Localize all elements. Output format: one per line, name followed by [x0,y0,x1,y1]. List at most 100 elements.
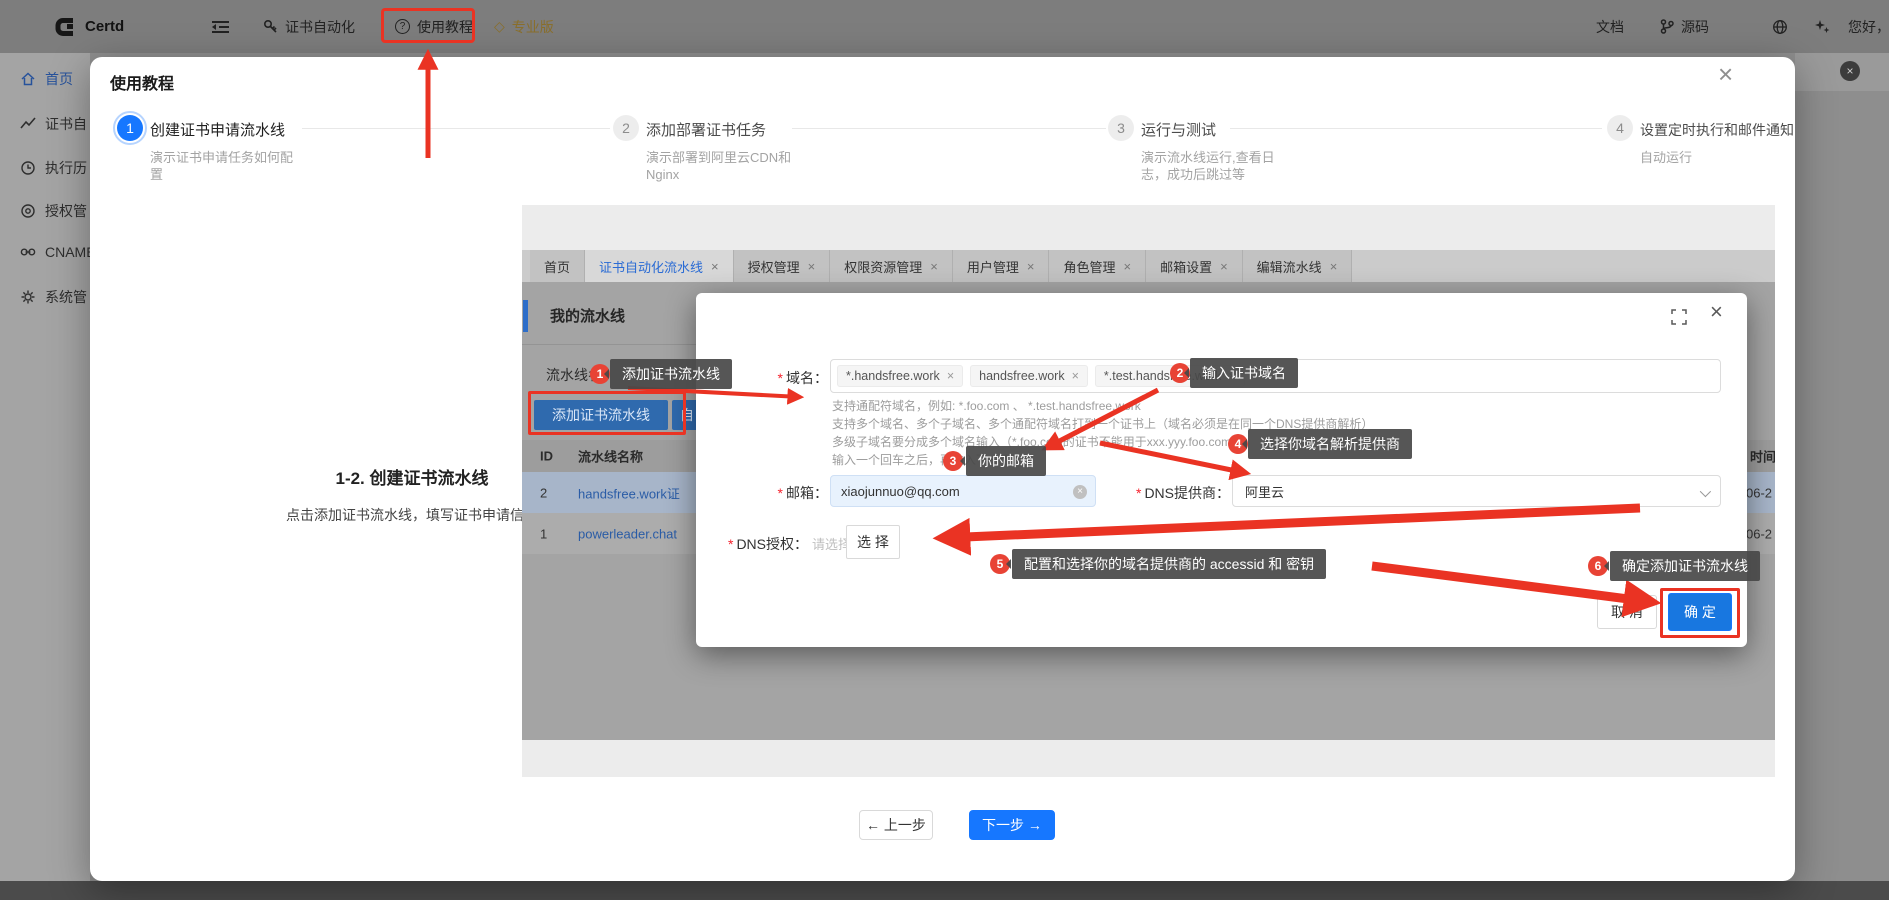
user-menu[interactable]: 您好，admin [1848,0,1889,53]
tab-close-icon[interactable]: × [808,259,816,274]
key-icon [263,19,278,34]
tag-close-icon[interactable]: × [947,369,954,383]
tab-label: 编辑流水线 [1257,257,1322,276]
step-4-desc: 自动运行 [1640,149,1790,166]
email-input[interactable]: xiaojunnuo@qq.com × [830,475,1096,507]
language-button[interactable] [1772,0,1788,53]
highlight-box-tutorial-nav [381,8,475,43]
sidebar-item-cname[interactable]: CNAME [20,244,90,260]
tab-users[interactable]: 用户管理 × [953,250,1050,282]
required-mark: * [778,370,783,386]
tab-home[interactable]: 首页 [530,250,585,282]
tab-close-icon[interactable]: × [1123,259,1131,274]
annotation-callout-6: 确定添加证书流水线 [1610,551,1760,581]
tab-roles[interactable]: 角色管理 × [1049,250,1146,282]
label-text: DNS授权： [736,536,808,552]
sidebar-label: CNAME [45,244,90,260]
tab-close-icon[interactable]: × [1220,259,1228,274]
cell-time: 06-2 [1746,526,1772,541]
domain-tag[interactable]: handsfree.work × [970,365,1088,387]
tab-permission[interactable]: 权限资源管理× [830,250,953,282]
sidebar-label: 授权管 [45,201,87,221]
tab-edit-pipeline[interactable]: 编辑流水线 × [1243,250,1353,282]
tab-label: 证书自动化流水线 [599,257,703,276]
tab-label: 角色管理 [1063,257,1115,276]
tab-cert-pipeline[interactable]: 证书自动化流水线 × [585,250,734,282]
dns-provider-select[interactable]: 阿里云 [1232,475,1721,507]
screen: Certd 证书自动化 ? 使用教程 ◇ 专业版 文档 源 [0,0,1889,900]
step-3-title: 运行与测试 [1141,119,1216,140]
app-logo[interactable]: Certd [52,0,124,53]
tab-label: 授权管理 [748,257,800,276]
tab-auth-manage[interactable]: 授权管理 × [734,250,831,282]
pipeline-link[interactable]: powerleader.chat [578,526,677,541]
sidebar-item-home[interactable]: 首页 [20,69,73,89]
cell-time: 06-2 [1746,485,1772,500]
tab-label: 首页 [544,257,570,276]
step-3-circle: 3 [1108,115,1134,141]
tag-text: handsfree.work [979,369,1064,383]
required-mark: * [1136,485,1141,501]
modal-close-icon[interactable]: × [1718,61,1733,87]
sidebar-item-history[interactable]: 执行历 [20,158,87,178]
nav-item-source[interactable]: 源码 [1660,0,1709,53]
dialog-close-icon[interactable]: × [1710,299,1723,325]
step-2-desc: 演示部署到阿里云CDN和Nginx [646,149,802,183]
shot-footer-strip [522,740,1775,777]
fullscreen-icon[interactable] [1671,309,1687,325]
annotation-callout-1: 添加证书流水线 [610,359,732,389]
step-2-circle: 2 [613,115,639,141]
sidebar-label: 证书自 [45,114,87,134]
label-text: 邮箱： [786,485,828,501]
email-value: xiaojunnuo@qq.com [841,484,960,499]
tag-close-icon[interactable]: × [1072,369,1079,383]
bottom-bar [0,881,1889,900]
target-icon [20,203,36,219]
sidebar-item-cert[interactable]: 证书自 [20,114,87,134]
sidebar-label: 首页 [45,69,73,89]
sidebar-item-system[interactable]: 系统管 [20,287,87,307]
next-step-button[interactable]: 下一步 → [969,810,1055,840]
close-all-tabs-icon[interactable]: × [1840,61,1860,81]
nav-label: 文档 [1596,17,1624,37]
cancel-button[interactable]: 取 消 [1597,595,1657,629]
nav-item-cert-automation[interactable]: 证书自动化 [263,0,355,53]
step-3-desc: 演示流水线运行,查看日志，成功后跳过等 [1141,149,1283,183]
dns-auth-label: *DNS授权： [696,534,808,554]
theme-button[interactable] [1814,0,1831,53]
dns-auth-select-button[interactable]: 选 择 [846,525,900,559]
nav-item-docs[interactable]: 文档 [1596,0,1624,53]
tab-close-icon[interactable]: × [1027,259,1035,274]
tab-mail[interactable]: 邮箱设置× [1146,250,1243,282]
left-sidebar: 首页 证书自 执行历 授权管 CNAME 系统管 [0,53,90,881]
domain-label: *域名： [736,368,828,388]
highlight-box-add-button [528,391,686,435]
diamond-icon: ◇ [494,18,505,35]
menu-fold-icon [212,20,229,34]
link-icon [20,244,36,260]
tab-label: 用户管理 [967,257,1019,276]
nav-label: 源码 [1681,17,1709,37]
step-connector [302,128,610,129]
step-connector [1230,128,1602,129]
col-id: ID [540,449,553,464]
nav-item-pro[interactable]: ◇ 专业版 [494,0,554,53]
tab-close-icon[interactable]: × [1330,259,1338,274]
cell-id: 1 [540,526,547,541]
domain-tag[interactable]: *.handsfree.work× [837,365,963,387]
step-4-title: 设置定时执行和邮件通知 [1640,120,1794,140]
home-icon [20,71,36,87]
label-text: DNS提供商： [1144,485,1230,501]
tip-line: 支持通配符域名，例如: *.foo.com 、 *.test.handsfree… [832,397,1373,415]
sidebar-item-auth[interactable]: 授权管 [20,201,87,221]
dns-provider-label: *DNS提供商： [1090,483,1230,503]
step-1-title: 创建证书申请流水线 [150,119,285,140]
prev-step-button[interactable]: ← 上一步 [859,810,933,840]
clear-icon[interactable]: × [1073,485,1087,499]
tab-close-icon[interactable]: × [711,259,719,274]
sidebar-collapse-button[interactable] [212,0,229,53]
pipeline-link[interactable]: handsfree.work证 [578,483,680,502]
tab-close-icon[interactable]: × [930,259,938,274]
step-2-title: 添加部署证书任务 [646,119,766,140]
clock-icon [20,160,36,176]
